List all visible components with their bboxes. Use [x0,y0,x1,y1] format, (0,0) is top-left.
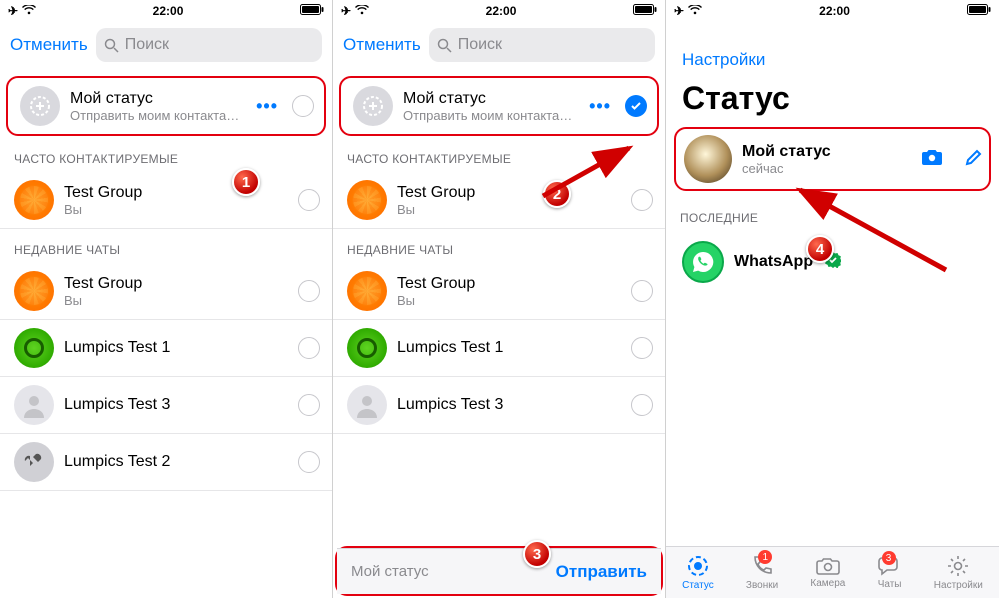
step-badge-1: 1 [232,168,260,196]
chats-badge: 3 [882,551,896,565]
whatsapp-label: WhatsApp [734,253,813,271]
select-radio[interactable] [631,337,653,359]
tab-chats[interactable]: Чаты 3 [878,555,902,590]
my-status-icon [20,86,60,126]
my-status-avatar [684,135,732,183]
panel-2: ✈ 22:00 Отменить Поиск Мой статус Отправ… [333,0,666,598]
tab-calls[interactable]: Звонки 1 [746,554,778,591]
nav-top: Отменить Поиск [0,22,332,74]
section-recent: ПОСЛЕДНИЕ [666,197,999,231]
more-icon[interactable]: ••• [256,96,278,117]
section-recent: НЕДАВНИЕ ЧАТЫ [333,229,665,263]
section-recent: НЕДАВНИЕ ЧАТЫ [0,229,332,263]
list-item[interactable]: Test GroupВы [0,263,332,320]
status-bar: ✈ 22:00 [333,0,665,22]
my-status-title: Мой статус [70,90,246,108]
avatar [347,271,387,311]
panel-3: ✈ 22:00 Настройки Статус Мой статус сейч… [666,0,999,598]
whatsapp-icon [682,241,724,283]
send-bar: Мой статус Отправить [337,548,661,594]
clock: 22:00 [153,4,184,18]
select-radio[interactable] [631,394,653,416]
highlight-4: Мой статус сейчас [674,127,991,191]
more-icon[interactable]: ••• [589,96,611,117]
battery-icon [300,4,324,18]
step-badge-3: 3 [523,540,551,568]
avatar [14,442,54,482]
select-radio[interactable] [631,189,653,211]
select-radio[interactable] [298,394,320,416]
select-radio-checked[interactable] [625,95,647,117]
wifi-icon [688,4,702,18]
status-icon [686,554,710,578]
search-input[interactable]: Поиск [429,28,655,62]
whatsapp-row[interactable]: WhatsApp [666,231,999,293]
battery-icon [633,4,657,18]
step-badge-4: 4 [806,235,834,263]
select-radio[interactable] [292,95,314,117]
search-placeholder: Поиск [125,36,169,54]
highlight-3: Мой статус Отправить [335,546,663,596]
tab-bar: Статус Звонки 1 Камера Чаты 3 Настройки [666,546,999,598]
airplane-icon: ✈ [8,4,18,18]
avatar [347,180,387,220]
avatar [347,328,387,368]
my-status-subtitle: Отправить моим контактам, кр… [70,108,246,123]
select-radio[interactable] [298,451,320,473]
wifi-icon [22,4,36,18]
list-item[interactable]: Test GroupВы [333,263,665,320]
pencil-icon[interactable] [965,148,983,171]
battery-icon [967,4,991,18]
camera-icon [816,556,840,576]
highlight-1: Мой статус Отправить моим контактам, кр…… [6,76,326,136]
list-item[interactable]: Lumpics Test 3 [333,377,665,434]
tab-camera[interactable]: Камера [810,556,845,589]
clock: 22:00 [819,4,850,18]
send-chip: Мой статус [351,563,429,580]
clock: 22:00 [486,4,517,18]
status-bar: ✈ 22:00 [0,0,332,22]
cancel-button[interactable]: Отменить [343,35,421,55]
list-item[interactable]: Lumpics Test 3 [0,377,332,434]
search-icon [104,38,119,53]
avatar [14,328,54,368]
list-item[interactable]: Test GroupВы [0,172,332,229]
my-status-row[interactable]: Мой статус Отправить моим контактам, кр…… [16,82,318,130]
my-status-row[interactable]: Мой статус сейчас [684,133,983,185]
select-radio[interactable] [631,280,653,302]
avatar [14,180,54,220]
select-radio[interactable] [298,280,320,302]
airplane-icon: ✈ [341,4,351,18]
settings-link[interactable]: Настройки [682,50,983,70]
search-input[interactable]: Поиск [96,28,322,62]
panel-1: ✈ 22:00 Отменить Поиск Мой статус Отправ… [0,0,333,598]
section-frequent: ЧАСТО КОНТАКТИРУЕМЫЕ [0,138,332,172]
avatar [347,385,387,425]
my-status-row[interactable]: Мой статус Отправить моим контактам, кр…… [349,82,651,130]
send-button[interactable]: Отправить [556,562,647,582]
select-radio[interactable] [298,337,320,359]
camera-icon[interactable] [921,148,943,171]
search-icon [437,38,452,53]
list-item[interactable]: Test GroupВы [333,172,665,229]
gear-icon [946,554,970,578]
section-frequent: ЧАСТО КОНТАКТИРУЕМЫЕ [333,138,665,172]
page-title: Статус [682,80,983,117]
my-status-icon [353,86,393,126]
highlight-2: Мой статус Отправить моим контактам, кр…… [339,76,659,136]
step-badge-2: 2 [543,180,571,208]
wifi-icon [355,4,369,18]
list-item[interactable]: Lumpics Test 1 [333,320,665,377]
avatar [14,385,54,425]
tab-status[interactable]: Статус [682,554,714,591]
avatar [14,271,54,311]
list-item[interactable]: Lumpics Test 2 [0,434,332,491]
tab-settings[interactable]: Настройки [934,554,983,591]
select-radio[interactable] [298,189,320,211]
list-item[interactable]: Lumpics Test 1 [0,320,332,377]
status-bar: ✈ 22:00 [666,0,999,22]
airplane-icon: ✈ [674,4,684,18]
cancel-button[interactable]: Отменить [10,35,88,55]
nav-top: Отменить Поиск [333,22,665,74]
